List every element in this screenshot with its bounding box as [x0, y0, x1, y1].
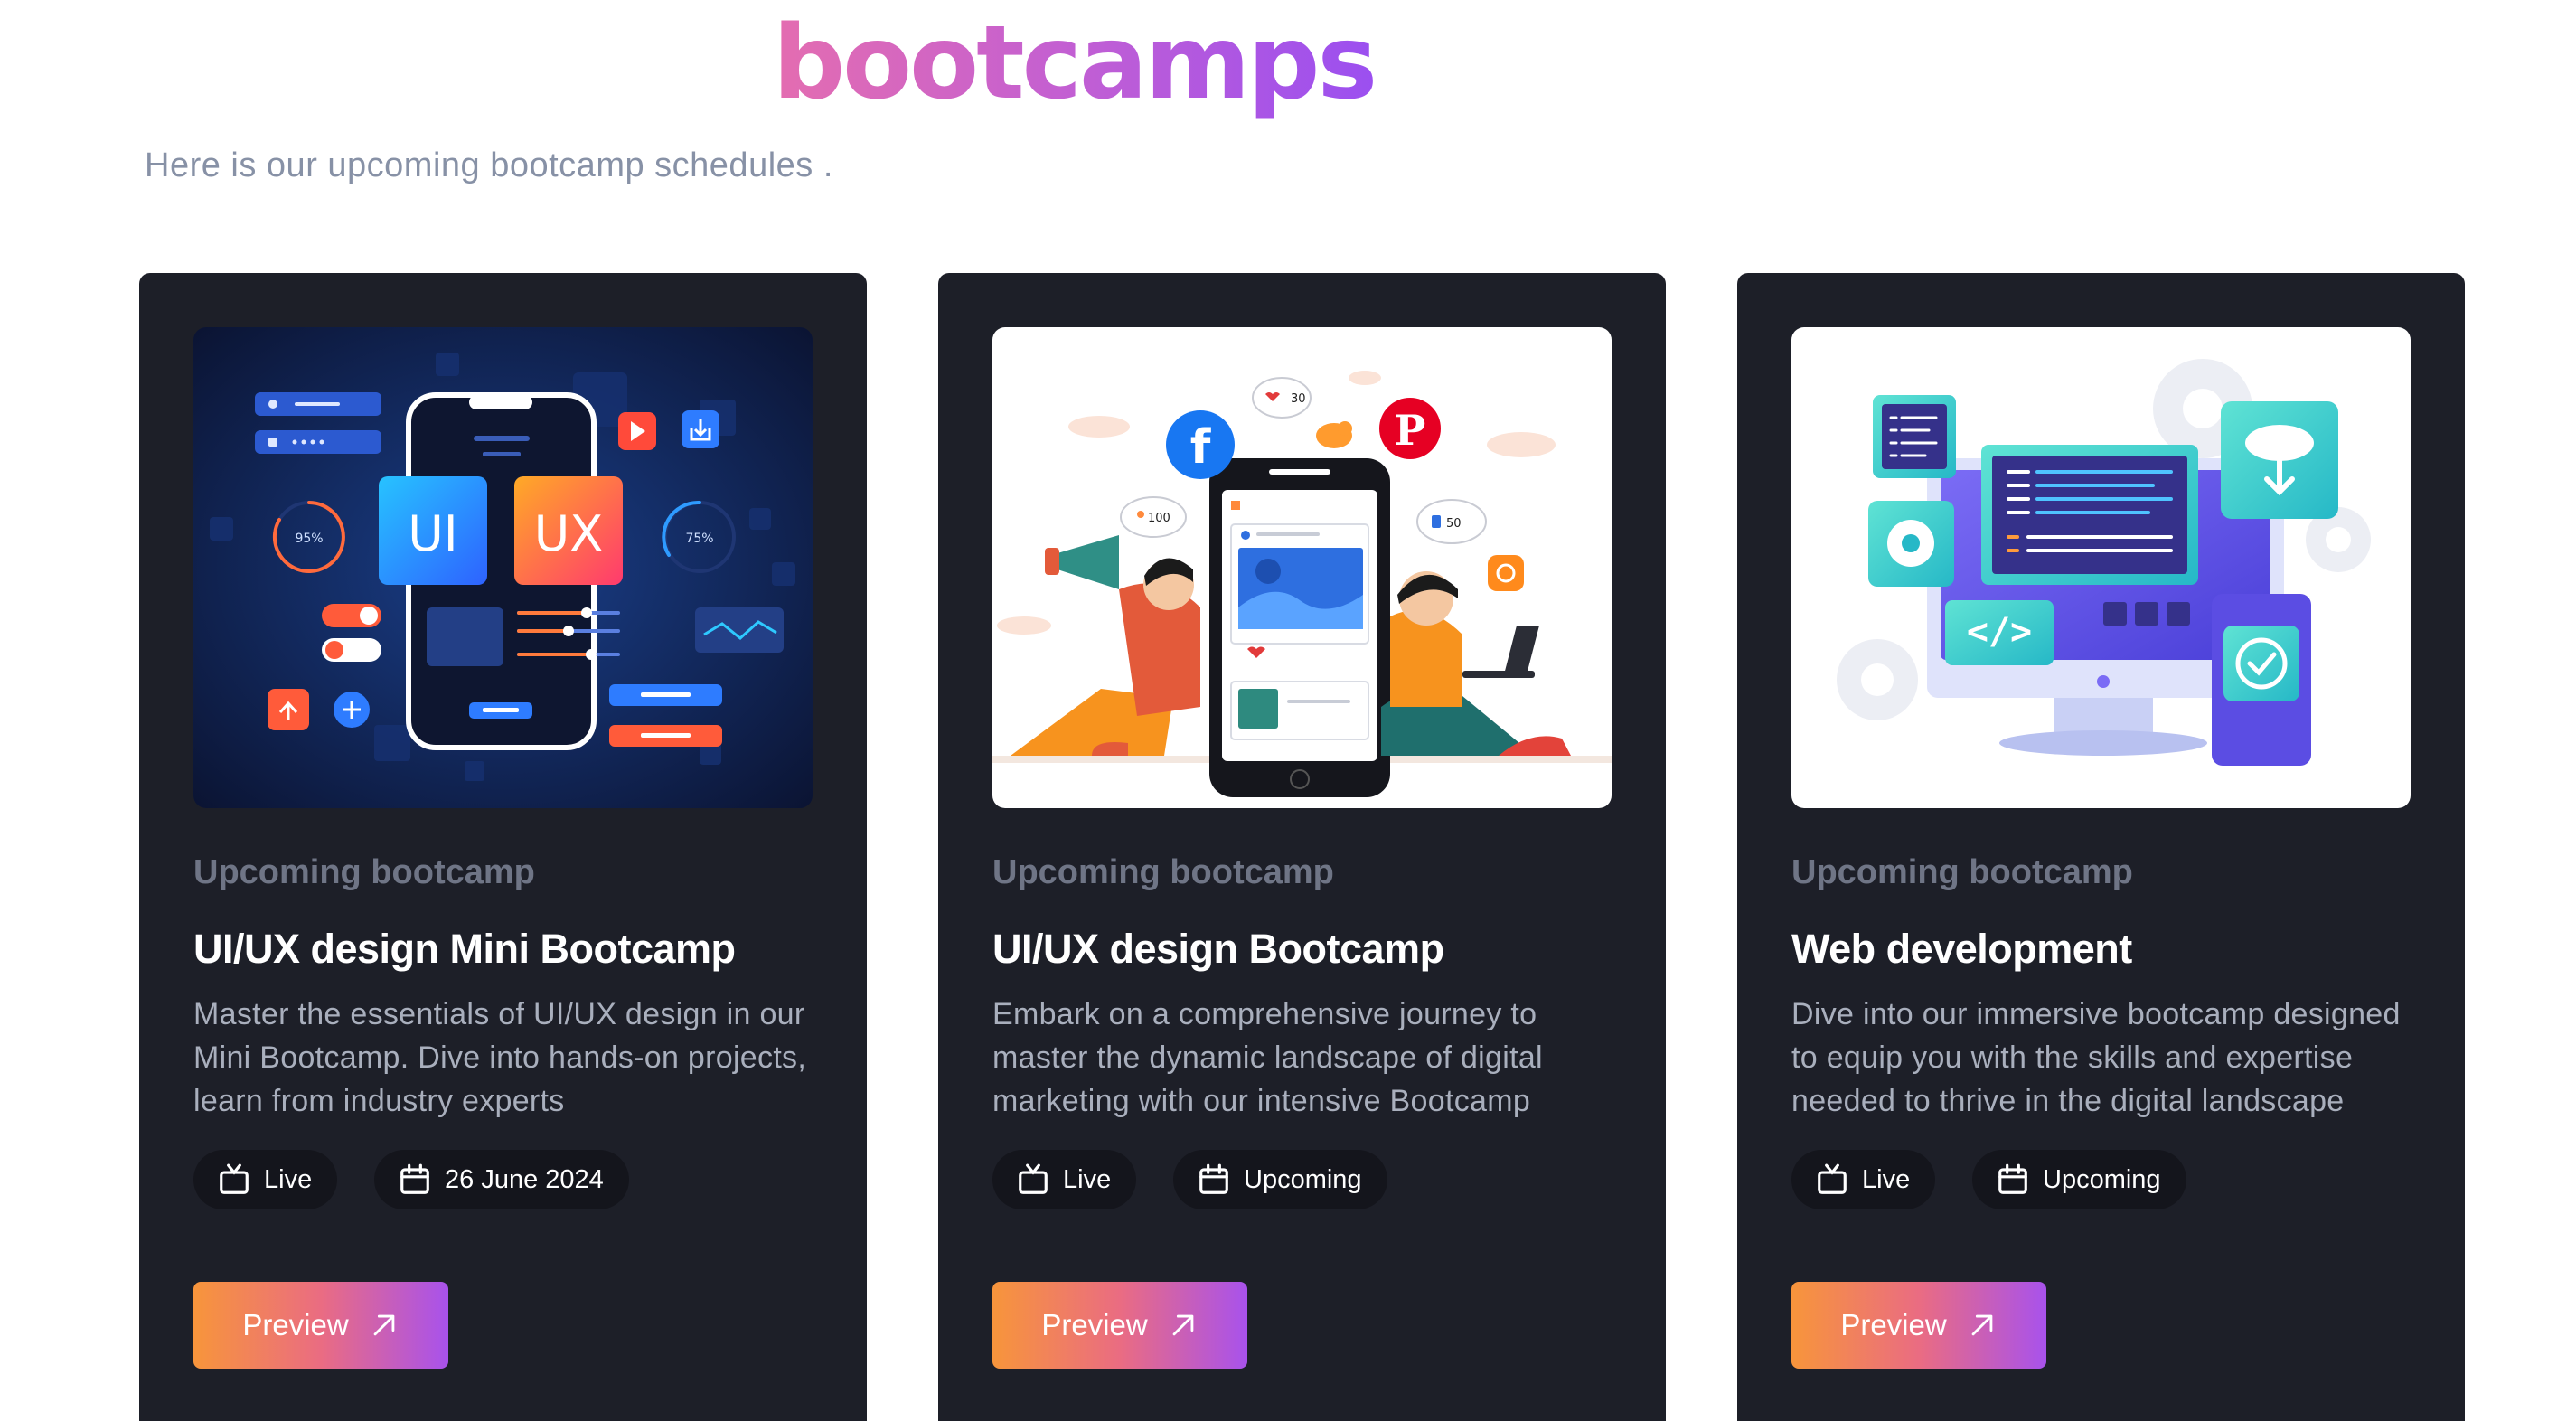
card-title: UI/UX design Bootcamp	[992, 926, 1444, 972]
card-title: UI/UX design Mini Bootcamp	[193, 926, 736, 972]
live-badge: Live	[193, 1150, 338, 1209]
card-eyebrow: Upcoming bootcamp	[1791, 853, 2133, 891]
card-description: Dive into our immersive bootcamp designe…	[1791, 997, 2401, 1118]
bootcamp-card-ui-ux: f P 30 100 50 Upcoming bootcamp UI/UX de…	[938, 273, 1666, 1421]
arrow-up-right-icon	[1172, 1314, 1194, 1336]
date-badge: Upcoming	[1972, 1150, 2186, 1209]
card-description: Embark on a comprehensive journey to mas…	[992, 997, 1543, 1118]
svg-text:f: f	[1190, 420, 1212, 475]
arrow-up-right-icon	[1971, 1314, 1993, 1336]
preview-button[interactable]: Preview	[193, 1282, 448, 1369]
date-badge-label: Upcoming	[2043, 1164, 2161, 1194]
tv-icon	[1019, 1163, 1048, 1194]
live-badge: Live	[1791, 1150, 1936, 1209]
preview-button[interactable]: Preview	[992, 1282, 1247, 1369]
arrow-up-right-icon	[373, 1314, 395, 1336]
page-subtitle: Here is our upcoming bootcamp schedules …	[145, 146, 833, 184]
card-illustration-ui-ux: 95% UI UX 75%	[193, 327, 813, 808]
date-badge-label: Upcoming	[1244, 1164, 1362, 1194]
calendar-icon	[400, 1163, 429, 1194]
card-title: Web development	[1791, 926, 2132, 972]
live-badge-label: Live	[1862, 1164, 1911, 1194]
card-description: Master the essentials of UI/UX design in…	[193, 997, 807, 1118]
live-badge-label: Live	[1063, 1164, 1112, 1194]
card-eyebrow: Upcoming bootcamp	[992, 853, 1334, 891]
page-title: bootcamps	[773, 0, 1377, 127]
card-eyebrow: Upcoming bootcamp	[193, 853, 535, 891]
social-media-illustration: f P 30 100 50	[992, 327, 1612, 808]
followers-count-label: 100	[1148, 512, 1170, 525]
ux-tile-label: UX	[534, 505, 604, 562]
preview-button[interactable]: Preview	[1791, 1282, 2046, 1369]
web-dev-illustration: </>	[1791, 327, 2411, 808]
tv-icon	[1818, 1163, 1847, 1194]
progress-label-95: 95%	[295, 532, 323, 546]
calendar-icon	[1199, 1163, 1228, 1194]
live-badge-label: Live	[264, 1164, 313, 1194]
bootcamps-section: bootcamps Here is our upcoming bootcamp …	[0, 0, 2576, 1421]
preview-button-label: Preview	[1840, 1308, 1947, 1341]
ui-tile-label: UI	[408, 505, 457, 562]
date-badge: Upcoming	[1173, 1150, 1387, 1209]
preview-button-label: Preview	[1041, 1308, 1148, 1341]
svg-text:P: P	[1395, 406, 1426, 455]
progress-label-75: 75%	[685, 532, 713, 546]
card-illustration-web-dev: </>	[1791, 327, 2411, 808]
card-illustration-social-media: f P 30 100 50	[992, 327, 1612, 808]
date-badge: 26 June 2024	[374, 1150, 629, 1209]
tv-icon	[220, 1163, 249, 1194]
bootcamp-card-ui-ux-mini: 95% UI UX 75% Upcoming bootcamp UI/UX de…	[139, 273, 867, 1421]
code-tag-label: </>	[1967, 611, 2032, 653]
likes-count-label: 30	[1291, 392, 1306, 406]
date-badge-label: 26 June 2024	[445, 1164, 604, 1194]
preview-button-label: Preview	[242, 1308, 349, 1341]
ui-ux-illustration: 95% UI UX 75%	[193, 327, 813, 808]
bootcamp-card-web-development: </> Upcoming bootcamp Web development Di…	[1737, 273, 2465, 1421]
calendar-icon	[1998, 1163, 2027, 1194]
thumbs-count-label: 50	[1446, 517, 1462, 531]
live-badge: Live	[992, 1150, 1137, 1209]
